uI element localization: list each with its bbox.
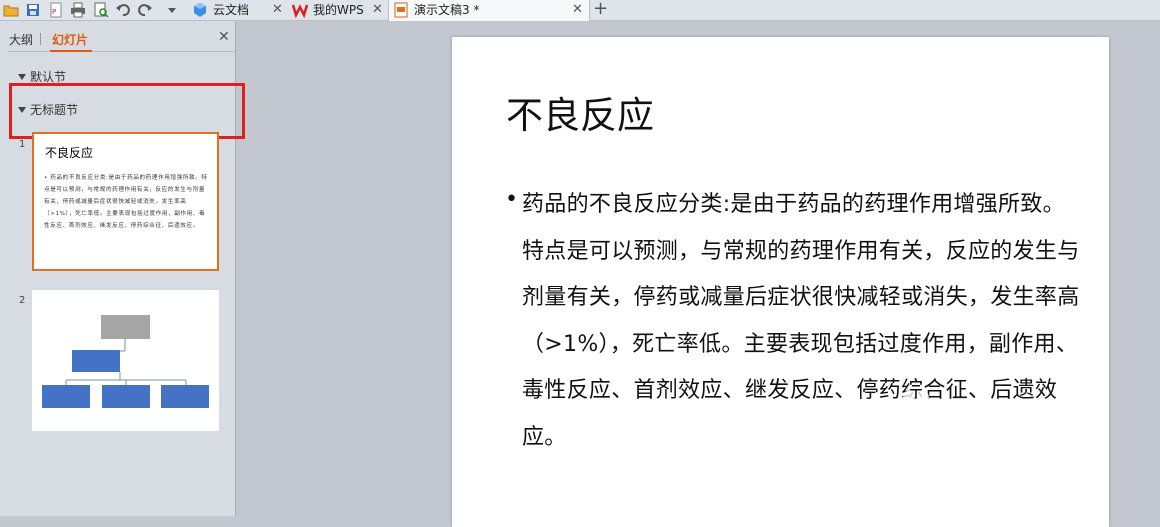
thumbnail-body: • 药品的不良反应分类:是由于药品的药理作用增强所致。特点是可以预测，与常规的药… [44, 175, 208, 229]
slide-body-text[interactable]: 药品的不良反应分类:是由于药品的药理作用增强所致。特点是可以预测，与常规的药理作… [522, 182, 1082, 461]
tab-my-wps[interactable]: 我的WPS ✕ [291, 0, 388, 20]
org-box-bottom-right [161, 385, 209, 408]
org-box-bottom-left [42, 385, 90, 408]
highlight-annotation-box [9, 83, 245, 139]
new-tab-plus-icon[interactable]: + [593, 0, 608, 19]
org-box-top [101, 315, 150, 339]
org-box-middle [72, 350, 120, 372]
tab-label: 云文档 [213, 3, 250, 17]
panel-tabs: 大纲 幻灯片 ✕ [0, 21, 235, 51]
slide-number: 2 [19, 295, 26, 306]
thumbnail-title: 不良反应 [45, 146, 94, 160]
slide-number: 1 [19, 139, 26, 150]
close-icon[interactable]: ✕ [572, 0, 583, 20]
redo-icon[interactable] [137, 2, 153, 18]
tab-label: 我的WPS [313, 3, 364, 17]
section-label: 默认节 [30, 70, 67, 84]
print-icon[interactable] [70, 2, 86, 18]
close-panel-icon[interactable]: ✕ [218, 29, 230, 45]
slide-title[interactable]: 不良反应 [506, 85, 654, 139]
wps-logo-icon [291, 2, 309, 19]
close-icon[interactable]: ✕ [372, 0, 383, 20]
quick-access-dropdown-icon[interactable] [164, 2, 180, 18]
bullet-marker: • [505, 187, 518, 212]
tab-cloud-docs[interactable]: 云文档 ✕ [192, 0, 288, 20]
org-chart-diagram [42, 315, 209, 408]
tab-underline [8, 51, 235, 52]
slide-canvas[interactable]: 不良反应 • 药品的不良反应分类:是由于药品的药理作用增强所致。特点是可以预测，… [452, 37, 1109, 527]
close-icon[interactable]: ✕ [272, 0, 283, 20]
tab-outline[interactable]: 大纲 [9, 31, 33, 48]
org-box-bottom-center [102, 385, 150, 408]
tab-slides[interactable]: 幻灯片 [52, 31, 88, 48]
print-preview-icon[interactable] [93, 2, 109, 18]
open-folder-icon[interactable] [3, 2, 19, 18]
collapse-triangle-icon[interactable] [18, 74, 26, 80]
cube-icon [192, 2, 208, 18]
tab-label: 演示文稿3 * [414, 3, 480, 17]
title-tab-bar: P 云文档 ✕ 我的WPS ✕ 演示文稿3 * ✕ + [0, 0, 1160, 21]
export-pdf-icon[interactable]: P [48, 2, 64, 18]
tab-presentation-3[interactable]: 演示文稿3 * ✕ [388, 0, 590, 21]
save-icon[interactable] [25, 2, 41, 18]
active-tab-indicator [50, 50, 92, 52]
tab-divider [40, 33, 41, 45]
svg-text:P: P [52, 8, 56, 16]
undo-icon[interactable] [115, 2, 131, 18]
presentation-doc-icon [393, 2, 409, 18]
slide-thumbnail-1[interactable]: 不良反应 • 药品的不良反应分类:是由于药品的药理作用增强所致。特点是可以预测，… [32, 132, 219, 271]
slide-thumbnail-2[interactable] [32, 290, 219, 431]
